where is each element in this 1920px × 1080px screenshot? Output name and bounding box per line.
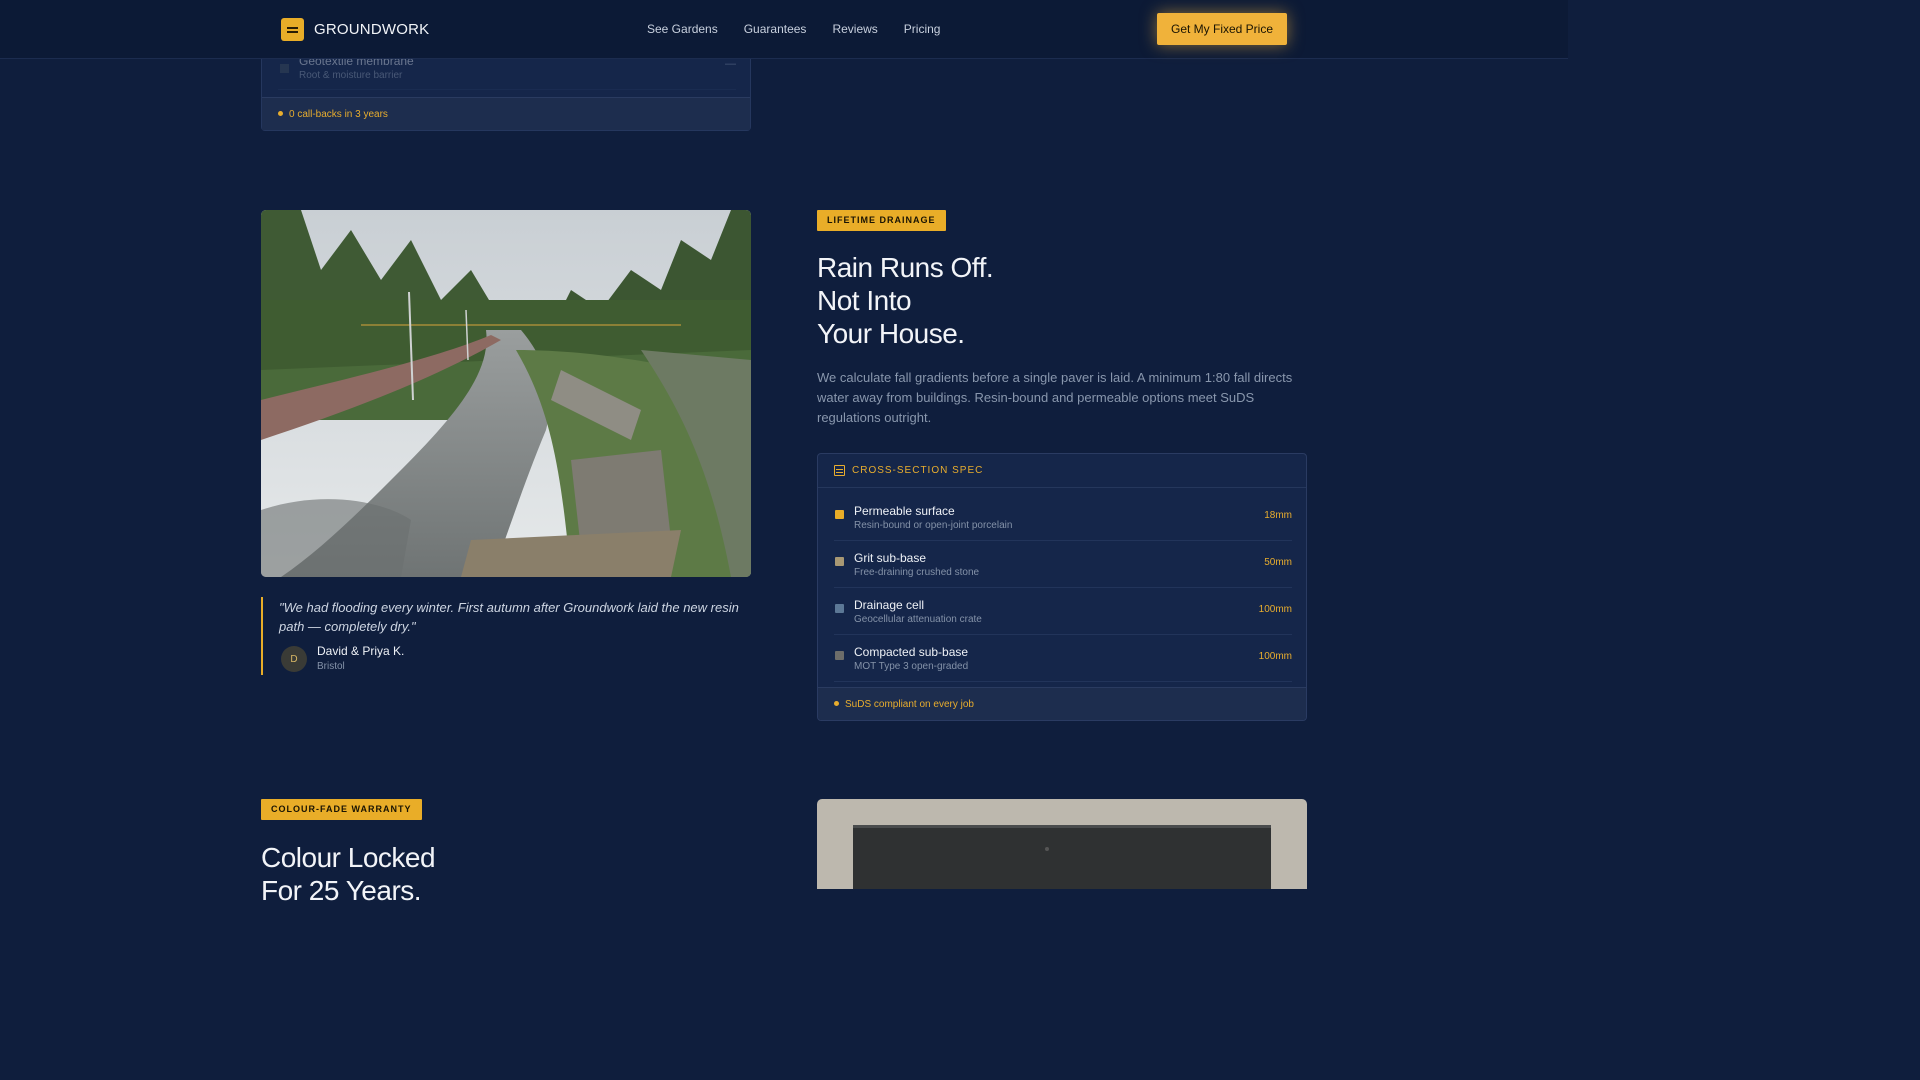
brand-name: GROUNDWORK xyxy=(314,21,430,38)
spec-row-permeable-surface: Permeable surface Resin-bound or open-jo… xyxy=(834,494,1292,541)
headline-line-3: Your House. xyxy=(817,318,965,349)
layer-swatch xyxy=(835,557,844,566)
layer-name: Compacted sub-base xyxy=(854,645,969,659)
nav-links: See Gardens Guarantees Reviews Pricing xyxy=(647,22,940,36)
testimonial-author: D David & Priya K. Bristol xyxy=(281,644,405,672)
layer-description: Free-draining crushed stone xyxy=(854,567,980,578)
paving-slab-photo xyxy=(817,799,1307,889)
layer-depth: 100mm xyxy=(1258,651,1292,662)
nav-link-see-gardens[interactable]: See Gardens xyxy=(647,22,718,36)
layer-depth: 18mm xyxy=(1264,510,1292,521)
layer-swatch xyxy=(835,651,844,660)
layer-swatch xyxy=(835,604,844,613)
headline-line-2: For 25 Years. xyxy=(261,875,422,906)
footer-text: 0 call-backs in 3 years xyxy=(289,109,388,120)
brand-logo[interactable]: GROUNDWORK xyxy=(281,18,429,41)
card-footer: 0 call-backs in 3 years xyxy=(262,97,750,130)
layer-depth: — xyxy=(725,58,736,70)
drainage-description: We calculate fall gradients before a sin… xyxy=(817,370,1293,425)
spec-row-drainage-cell: Drainage cell Geocellular attenuation cr… xyxy=(834,588,1292,635)
colour-fade-warranty-badge: COLOUR-FADE WARRANTY xyxy=(261,799,422,820)
nav-link-pricing[interactable]: Pricing xyxy=(904,22,941,36)
bullet-dot-icon xyxy=(278,111,283,116)
layer-description: MOT Type 3 open-graded xyxy=(854,661,969,672)
top-nav: GROUNDWORK See Gardens Guarantees Review… xyxy=(0,0,1568,59)
lifetime-drainage-badge: LIFETIME DRAINAGE xyxy=(817,210,946,231)
layer-description: Geocellular attenuation crate xyxy=(854,614,982,625)
headline-line-1: Colour Locked xyxy=(261,842,436,873)
layer-name: Grit sub-base xyxy=(854,551,927,565)
layer-depth: 50mm xyxy=(1264,557,1292,568)
cross-section-spec-card: CROSS-SECTION SPEC Permeable surface Res… xyxy=(817,453,1307,721)
spec-header: CROSS-SECTION SPEC xyxy=(818,454,1306,488)
drainage-photo xyxy=(261,210,751,577)
footer-text: SuDS compliant on every job xyxy=(845,699,974,710)
layer-description: Root & moisture barrier xyxy=(299,70,403,81)
avatar: D xyxy=(281,646,307,672)
layer-name: Drainage cell xyxy=(854,598,925,612)
spec-row-compacted-sub-base: Compacted sub-base MOT Type 3 open-grade… xyxy=(834,635,1292,682)
layer-swatch xyxy=(835,510,844,519)
drainage-headline: Rain Runs Off. Not Into Your House. xyxy=(817,251,994,350)
headline-line-2: Not Into xyxy=(817,285,912,316)
headline-line-1: Rain Runs Off. xyxy=(817,252,994,283)
spec-row-grit-sub-base: Grit sub-base Free-draining crushed ston… xyxy=(834,541,1292,588)
layer-swatch xyxy=(280,64,289,73)
spec-title: CROSS-SECTION SPEC xyxy=(852,465,984,476)
spec-footer: SuDS compliant on every job xyxy=(818,687,1306,720)
author-location: Bristol xyxy=(317,661,345,672)
customer-testimonial: "We had flooding every winter. First aut… xyxy=(261,597,751,675)
colour-headline: Colour Locked For 25 Years. xyxy=(261,841,436,907)
layer-description: Resin-bound or open-joint porcelain xyxy=(854,520,1013,531)
layer-depth: 100mm xyxy=(1258,604,1292,615)
bullet-dot-icon xyxy=(834,701,839,706)
testimonial-quote: "We had flooding every winter. First aut… xyxy=(279,600,739,634)
get-fixed-price-button[interactable]: Get My Fixed Price xyxy=(1157,13,1287,45)
nav-link-guarantees[interactable]: Guarantees xyxy=(744,22,807,36)
nav-link-reviews[interactable]: Reviews xyxy=(832,22,877,36)
author-name: David & Priya K. xyxy=(317,644,405,658)
layer-name: Permeable surface xyxy=(854,504,955,518)
layers-icon xyxy=(834,465,845,476)
menu-icon xyxy=(281,18,304,41)
